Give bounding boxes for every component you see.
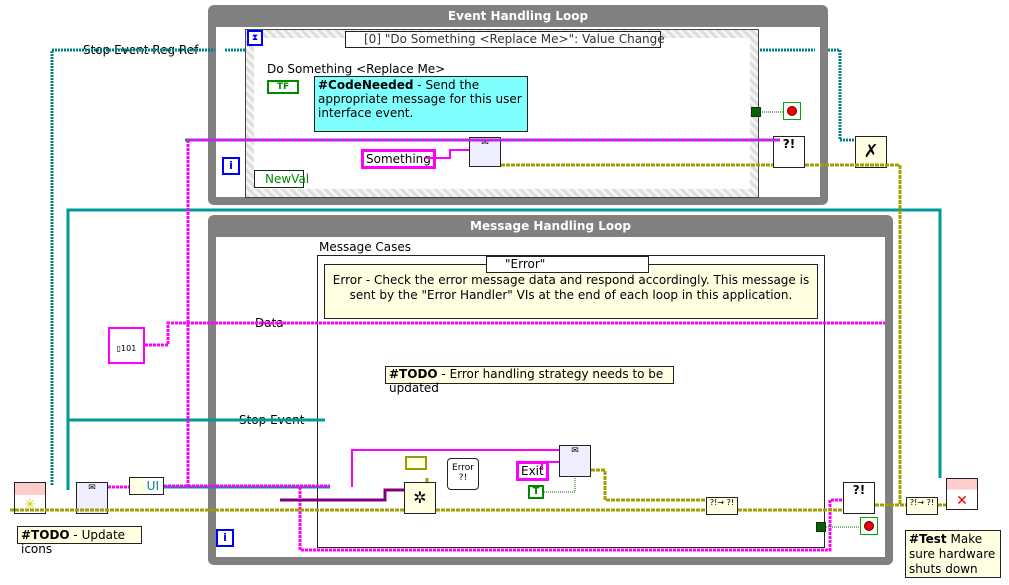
todo-update-icons-comment: #TODO - Update icons: [17, 526, 142, 556]
iteration-terminal: i: [222, 157, 240, 175]
test-tag: #Test: [909, 532, 947, 546]
data-label: Data: [253, 316, 286, 330]
stop-event-label: Stop Event: [237, 413, 307, 427]
code-needed-comment: #CodeNeeded - Send the appropriate messa…: [314, 76, 528, 132]
todo-error-comment: #TODO - Error handling strategy needs to…: [385, 366, 674, 395]
test-hardware-comment: #Test Make sure hardware shuts down: [905, 530, 1001, 578]
message-loop-title: Message Handling Loop: [216, 215, 885, 237]
merge-errors-node-final[interactable]: ?!→ ?!: [906, 497, 938, 515]
unregister-events-node[interactable]: ✗: [855, 136, 887, 168]
enqueue-exit-node[interactable]: ✉: [559, 445, 591, 477]
event-case-selector[interactable]: [0] "Do Something <Replace Me>": Value C…: [345, 31, 665, 48]
todo-tag: #TODO: [21, 528, 70, 542]
event-data-node[interactable]: NewVal: [254, 170, 309, 188]
obtain-message-queue-node[interactable]: ✉: [76, 482, 108, 514]
data-constant-icon[interactable]: ▯101: [108, 327, 145, 364]
stop-terminal: [816, 522, 826, 532]
case-structure-label: Message Cases: [317, 240, 414, 254]
create-user-event-node[interactable]: ✳: [14, 482, 46, 514]
timeout-hourglass-icon: ⧗: [247, 30, 263, 46]
merge-errors-node[interactable]: ?!→ ?!: [706, 497, 738, 515]
true-constant[interactable]: T: [528, 485, 544, 499]
comment-tag: #CodeNeeded: [318, 78, 414, 92]
boolean-terminal[interactable]: TF: [267, 80, 299, 94]
event-loop-title: Event Handling Loop: [216, 5, 820, 27]
stop-terminal: [751, 107, 761, 117]
error-handler-node[interactable]: ?!: [773, 136, 805, 168]
ui-constant-text: UI: [146, 479, 159, 493]
iteration-terminal: i: [216, 529, 234, 547]
block-diagram: Event Handling Loop [0] "Do Something <R…: [0, 0, 1009, 585]
control-label: Do Something <Replace Me>: [265, 62, 448, 76]
stop-event-reg-ref-label: Stop Event Reg Ref: [81, 43, 201, 57]
stop-icon: [860, 517, 878, 535]
string-constant-exit[interactable]: Exit: [516, 461, 549, 481]
todo-tag: #TODO: [389, 367, 438, 381]
ui-constant[interactable]: UI: [129, 477, 164, 495]
cluster-constant-node: [405, 456, 427, 470]
string-constant-something[interactable]: Something: [361, 149, 436, 169]
stop-icon: [783, 102, 801, 120]
case-selector[interactable]: "Error": [486, 256, 649, 273]
destroy-user-event-node[interactable]: ✕: [946, 478, 978, 510]
error-handler-node[interactable]: ?!: [843, 482, 875, 514]
error-handling-node[interactable]: ✲: [404, 482, 436, 514]
enqueue-message-node[interactable]: ✉: [469, 137, 501, 167]
error-dialog-node[interactable]: Error ?!: [447, 458, 479, 490]
